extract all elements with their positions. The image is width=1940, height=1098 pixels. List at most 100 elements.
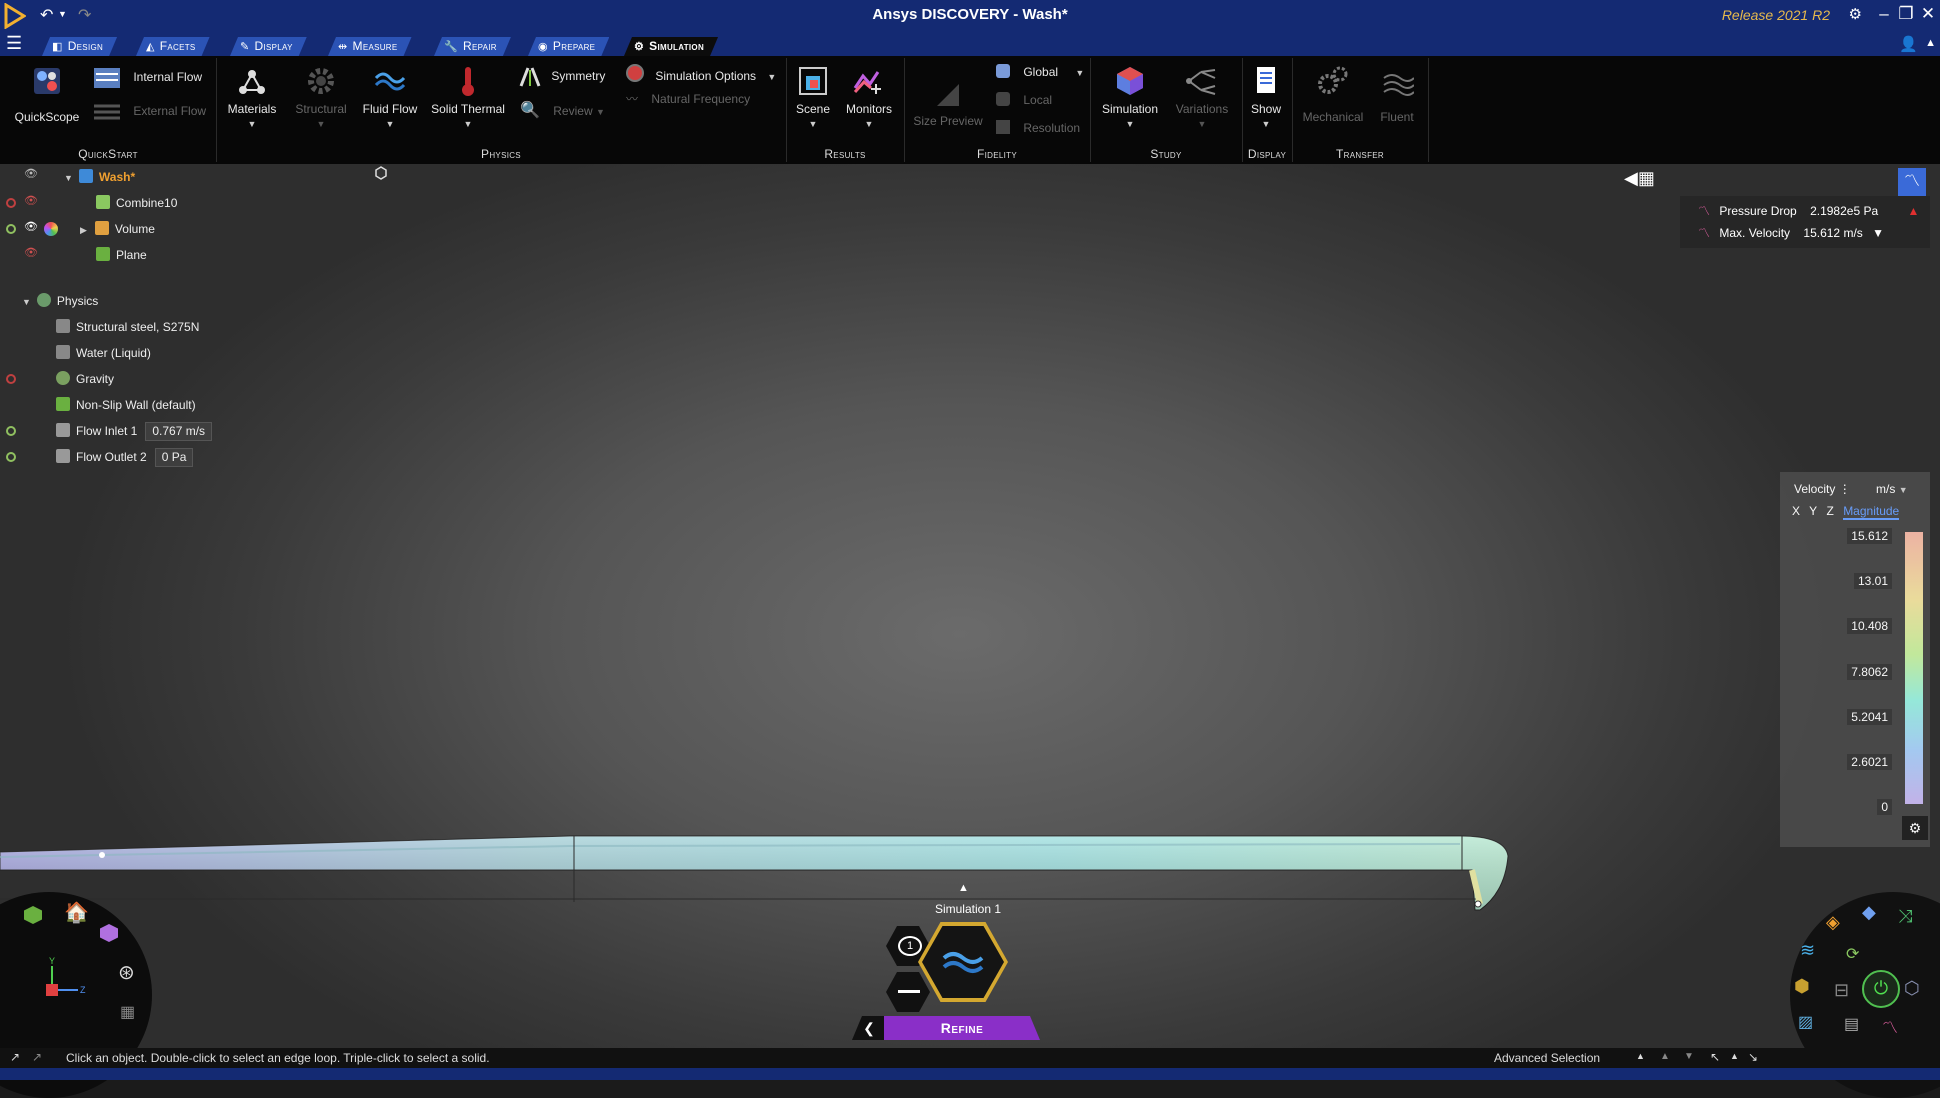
scene-button[interactable]: Scene ▼ xyxy=(790,64,836,130)
refine-back-button[interactable]: ❮ xyxy=(852,1016,886,1040)
tab-repair[interactable]: 🔧 Repair xyxy=(434,37,511,56)
color-wheel-icon[interactable] xyxy=(44,222,58,236)
tool-slice-icon[interactable]: ⊟ xyxy=(1834,980,1849,1001)
filter-icon[interactable]: ↘ xyxy=(1748,1050,1758,1064)
symmetry-button[interactable]: Symmetry xyxy=(518,66,605,88)
close-button[interactable]: ✕ xyxy=(1916,4,1940,24)
legend-quantity[interactable]: Velocity ⋮ xyxy=(1794,482,1851,496)
tree-item-combine10[interactable]: Combine10 xyxy=(96,194,177,212)
size-preview-button[interactable]: Size Preview xyxy=(910,76,986,128)
hamburger-menu-icon[interactable]: ☰ xyxy=(6,33,22,54)
expand-arrow-icon[interactable]: ▶ xyxy=(80,225,87,235)
visibility-eye-icon[interactable]: 👁 xyxy=(24,246,38,259)
solid-thermal-dropdown-icon[interactable]: ▼ xyxy=(464,119,473,129)
component-z[interactable]: Z xyxy=(1827,504,1834,518)
visibility-eye-icon[interactable]: 👁 xyxy=(24,194,38,207)
physics-item-gravity[interactable]: Gravity xyxy=(56,370,114,388)
advanced-selection-button[interactable]: Advanced Selection xyxy=(1494,1051,1600,1065)
tab-facets[interactable]: ◭ Facets xyxy=(136,37,210,56)
tree-physics[interactable]: ▼ Physics xyxy=(22,292,98,310)
orbit-icon[interactable]: ⊛ xyxy=(118,960,135,985)
tab-display[interactable]: ✎ Display xyxy=(230,37,307,56)
scene-dropdown-icon[interactable]: ▼ xyxy=(809,119,818,129)
suppress-toggle-icon[interactable] xyxy=(6,452,16,462)
fluid-flow-dropdown-icon[interactable]: ▼ xyxy=(386,119,395,129)
solid-thermal-button[interactable]: Solid Thermal ▼ xyxy=(426,64,510,130)
panel-resize-handle[interactable] xyxy=(374,166,388,180)
materials-button[interactable]: Materials ▼ xyxy=(222,64,282,130)
next-selection-icon[interactable]: ▼ xyxy=(1684,1051,1694,1062)
internal-flow-button[interactable]: Internal Flow xyxy=(92,66,202,90)
solve-power-button[interactable]: ⏻ xyxy=(1862,970,1900,1008)
simulation-options-button[interactable]: Simulation Options ▼ xyxy=(626,64,776,83)
collapse-arrow-icon[interactable]: ▼ xyxy=(64,173,73,183)
simulation-options-dropdown-icon[interactable]: ▼ xyxy=(767,72,776,82)
minimize-button[interactable]: – xyxy=(1872,4,1896,24)
suppress-toggle-icon[interactable] xyxy=(6,198,16,208)
user-settings-icon[interactable]: ⚙ xyxy=(1849,5,1862,23)
monitors-button[interactable]: Monitors ▼ xyxy=(840,64,898,130)
show-dropdown-icon[interactable]: ▼ xyxy=(1262,119,1271,129)
global-dropdown-icon[interactable]: ▼ xyxy=(1075,68,1084,78)
physics-item-flow-inlet[interactable]: Flow Inlet 1 0.767 m/s xyxy=(56,422,213,441)
resolution-button[interactable]: Resolution xyxy=(996,120,1080,135)
local-button[interactable]: Local xyxy=(996,92,1052,107)
fluid-flow-button[interactable]: Fluid Flow ▼ xyxy=(358,64,422,130)
suppress-toggle-icon[interactable] xyxy=(6,224,16,234)
component-magnitude[interactable]: Magnitude xyxy=(1843,504,1900,520)
collapse-arrow-icon[interactable]: ▼ xyxy=(22,297,31,307)
flow-inlet-value[interactable]: 0.767 m/s xyxy=(145,422,213,441)
cursor-mode-dropdown-icon[interactable]: ▲ xyxy=(1730,1051,1739,1061)
flow-outlet-value[interactable]: 0 Pa xyxy=(154,448,194,467)
tab-design[interactable]: ◧ Design xyxy=(42,37,117,56)
mechanical-button[interactable]: Mechanical xyxy=(1298,64,1368,124)
legend-settings-gear-icon[interactable]: ⚙ xyxy=(1902,816,1928,840)
quickscope-button[interactable]: QuickScope xyxy=(12,64,82,124)
tool-layers-icon[interactable]: ◈ xyxy=(1826,912,1840,933)
review-dropdown-icon[interactable]: ▼ xyxy=(596,107,605,117)
monitors-toggle-icon[interactable]: 〽 xyxy=(1898,168,1926,196)
natural-frequency-button[interactable]: 〰 Natural Frequency xyxy=(626,90,750,107)
home-view-icon[interactable]: 🏠 xyxy=(64,900,89,925)
dropdown-arrow-icon[interactable]: ▼ xyxy=(1872,226,1884,240)
view-options-icon[interactable]: ◀▦ xyxy=(1624,168,1655,189)
review-button[interactable]: 🔍 Review ▼ xyxy=(520,100,605,120)
tool-image-icon[interactable]: ▨ xyxy=(1798,1012,1813,1032)
structural-button[interactable]: Structural ▼ xyxy=(290,64,352,130)
physics-item-wall[interactable]: Non-Slip Wall (default) xyxy=(56,396,196,414)
tree-item-plane[interactable]: Plane xyxy=(96,246,147,264)
physics-item-flow-outlet[interactable]: Flow Outlet 20 Pa xyxy=(56,448,194,467)
flow-geometry[interactable] xyxy=(0,664,1520,924)
select-mode-icon[interactable]: ↗ xyxy=(32,1050,42,1064)
component-x[interactable]: X xyxy=(1792,504,1800,518)
visibility-toggle-icon[interactable]: 👁 xyxy=(24,167,38,180)
monitors-dropdown-icon[interactable]: ▼ xyxy=(865,119,874,129)
refine-button[interactable]: Refine xyxy=(884,1016,1040,1040)
suppress-toggle-icon[interactable] xyxy=(6,374,16,384)
simulation-expand-icon[interactable]: ▲ xyxy=(958,882,969,894)
select-tool-icon[interactable]: ↗ xyxy=(10,1050,20,1064)
monitor-max-velocity[interactable]: 〽 Max. Velocity 15.612 m/s ▼ xyxy=(1698,224,1884,241)
kebab-menu-icon[interactable]: ⋮ xyxy=(1839,482,1851,496)
3d-viewport[interactable]: 👁 ▼ Wash* 👁 Combine10 👁 ▶ Volume 👁 Plane ▼… xyxy=(0,164,1940,1098)
tool-contour-icon[interactable]: ≋ xyxy=(1800,940,1815,961)
suppress-toggle-icon[interactable] xyxy=(6,426,16,436)
fit-view-icon[interactable]: ▦ xyxy=(120,1002,135,1022)
physics-item-material-water[interactable]: Water (Liquid) xyxy=(56,344,151,362)
tool-animate-icon[interactable]: ⟳ xyxy=(1846,944,1859,964)
tool-streamlines-icon[interactable]: ⤨ xyxy=(1898,906,1912,927)
tool-cube-icon[interactable]: ◆ xyxy=(1862,902,1876,923)
tab-measure[interactable]: ⇹ Measure xyxy=(328,37,412,56)
tool-mesh-icon[interactable]: ⬡ xyxy=(1904,978,1920,999)
collapse-ribbon-icon[interactable]: ▲ xyxy=(1925,37,1936,49)
visibility-eye-icon[interactable]: 👁 xyxy=(24,220,38,233)
monitor-pressure-drop[interactable]: 〽 Pressure Drop 2.1982e5 Pa ▲ xyxy=(1698,202,1919,219)
previous-selection-icon[interactable]: ▲ xyxy=(1660,1051,1670,1062)
global-button[interactable]: Global ▼ xyxy=(996,64,1084,79)
simulation-study-button[interactable]: Simulation ▼ xyxy=(1096,64,1164,130)
variations-dropdown-icon[interactable]: ▼ xyxy=(1198,119,1207,129)
expand-up-icon[interactable]: ▲ xyxy=(1636,1051,1645,1061)
cursor-mode-icon[interactable]: ↖ xyxy=(1710,1050,1720,1064)
show-button[interactable]: Show ▼ xyxy=(1248,64,1284,130)
legend-unit-selector[interactable]: m/s ▼ xyxy=(1876,482,1908,496)
